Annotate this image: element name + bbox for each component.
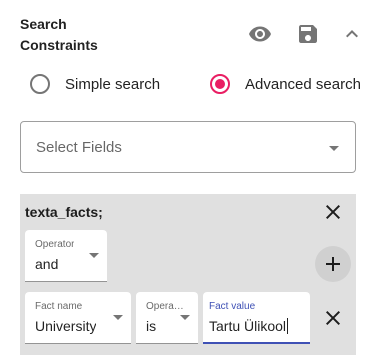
add-fact-plus-icon[interactable]	[315, 246, 351, 282]
search-mode-radio-group: Simple search Advanced search	[20, 68, 365, 100]
fact-operator-label: Opera…	[146, 301, 184, 312]
radio-button-unchecked-icon	[30, 74, 50, 94]
remove-fact-close-icon[interactable]	[321, 306, 345, 330]
fact-operator-select[interactable]: Opera… is	[136, 292, 198, 344]
fact-value-input[interactable]: Fact value Tartu Ülikool	[203, 292, 310, 344]
simple-search-radio[interactable]: Simple search	[30, 68, 160, 100]
fact-name-select[interactable]: Fact name University	[25, 292, 131, 344]
advanced-search-radio[interactable]: Advanced search	[210, 68, 361, 100]
dropdown-arrow-icon	[113, 315, 123, 320]
fact-name-value: University	[35, 318, 97, 334]
fact-value-text: Tartu Ülikool	[209, 318, 289, 334]
select-fields-placeholder: Select Fields	[36, 139, 122, 156]
dropdown-arrow-icon	[89, 253, 99, 258]
constraint-title: texta_facts;	[25, 204, 103, 220]
chevron-up-icon[interactable]	[340, 22, 364, 46]
text-cursor	[287, 318, 289, 334]
search-constraints-header: Search Constraints	[20, 12, 365, 56]
dropdown-arrow-icon	[180, 315, 190, 320]
operator-value: and	[35, 256, 59, 272]
fact-name-label: Fact name	[35, 301, 83, 312]
fact-value-current: Tartu Ülikool	[209, 318, 287, 334]
fact-constraint-panel: texta_facts; Operator and Fact name Univ…	[20, 194, 356, 355]
section-title: Search Constraints	[20, 16, 98, 53]
simple-search-label: Simple search	[65, 75, 161, 93]
eye-icon[interactable]	[248, 22, 272, 46]
radio-button-checked-icon	[210, 74, 230, 94]
save-icon[interactable]	[296, 22, 320, 46]
dropdown-arrow-icon	[329, 146, 339, 151]
advanced-search-label: Advanced search	[245, 75, 361, 93]
fact-value-label: Fact value	[209, 301, 256, 312]
operator-label: Operator	[35, 239, 75, 250]
remove-constraint-close-icon[interactable]	[321, 200, 345, 224]
select-fields-dropdown[interactable]: Select Fields	[20, 121, 356, 173]
fact-operator-value: is	[146, 318, 157, 334]
operator-select[interactable]: Operator and	[25, 230, 107, 282]
